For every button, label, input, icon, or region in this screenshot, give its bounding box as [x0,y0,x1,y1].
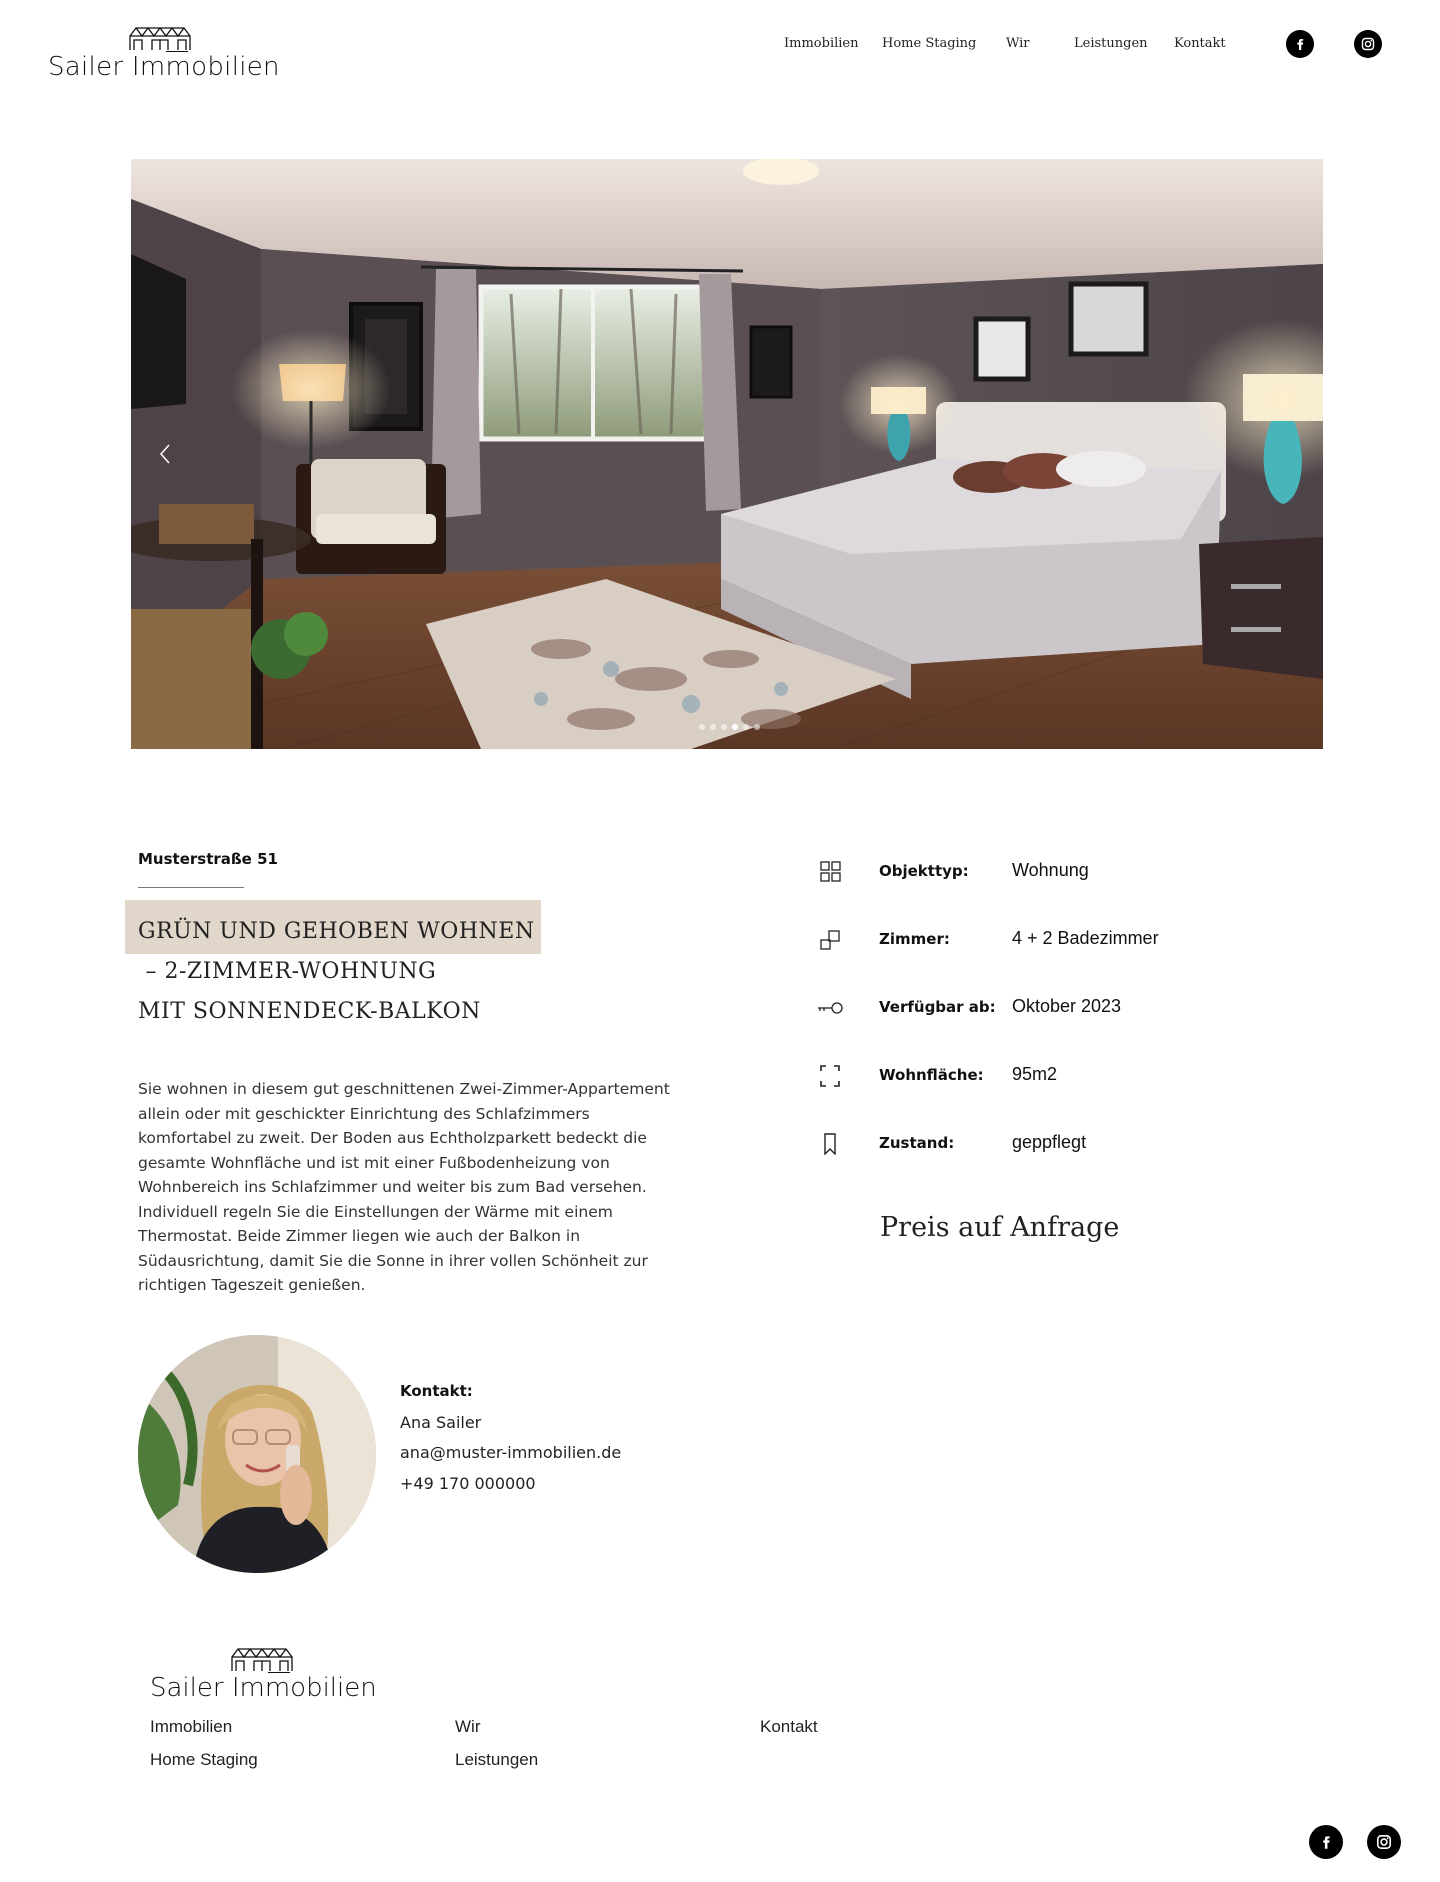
footer-logo-text: Sailer Immobilien [150,1673,377,1703]
carousel-dots [699,724,760,730]
logo-text: Sailer Immobilien [48,52,280,82]
footer-link-leistungen[interactable]: Leistungen [455,1750,538,1770]
carousel-prev-icon[interactable] [157,442,173,466]
footer-logo[interactable]: Sailer Immobilien [150,1645,382,1705]
key-icon [818,1002,843,1014]
footer-link-wir[interactable]: Wir [455,1717,480,1737]
nav-home-staging[interactable]: Home Staging [882,36,976,51]
area-icon [820,1065,840,1087]
address-divider [138,887,244,888]
spec-label: Zimmer: [879,930,950,948]
rooms-icon [820,930,840,950]
grid-icon [820,861,841,882]
carousel-dot[interactable] [710,724,716,730]
bookmark-icon [824,1133,836,1155]
spec-label: Objekttyp: [879,862,969,880]
agent-portrait [138,1335,376,1573]
facebook-icon[interactable] [1309,1825,1343,1859]
title-line: – 2-ZIMMER-WOHNUNG [138,959,437,984]
hero-carousel[interactable] [131,159,1323,749]
price-label: Preis auf Anfrage [880,1212,1120,1243]
house-logo-icon [231,1648,293,1671]
listing-description: Sie wohnen in diesem gut geschnittenen Z… [138,1080,670,1294]
spec-objekttyp: Objekttyp: Wohnung [817,857,1237,887]
nav-immobilien[interactable]: Immobilien [784,36,858,51]
spec-wohnflaeche: Wohnfläche: 95m2 [817,1061,1237,1091]
spec-zimmer: Zimmer: 4 + 2 Badezimmer [817,925,1237,955]
spec-verfuegbar: Verfügbar ab: Oktober 2023 [817,993,1237,1023]
contact-email[interactable]: ana@muster-immobilien.de [400,1443,621,1462]
nav-leistungen[interactable]: Leistungen [1074,36,1148,51]
footer-link-immobilien[interactable]: Immobilien [150,1717,232,1737]
carousel-dot[interactable] [732,724,738,730]
spec-label: Wohnfläche: [879,1066,984,1084]
listing-title: GRÜN UND GEHOBEN WOHNEN – 2-ZIMMER-WOHNU… [138,912,535,1032]
spec-value: 4 + 2 Badezimmer [1012,928,1159,948]
bedroom-photo [131,159,1323,749]
carousel-dot[interactable] [743,724,749,730]
spec-label: Zustand: [879,1134,955,1152]
contact-name: Ana Sailer [400,1413,482,1432]
site-logo[interactable]: Sailer Immobilien [48,24,280,84]
nav-kontakt[interactable]: Kontakt [1174,36,1226,51]
house-logo-icon [129,27,191,50]
carousel-dot[interactable] [754,724,760,730]
contact-label: Kontakt: [400,1382,473,1400]
instagram-icon[interactable] [1367,1825,1401,1859]
spec-value: Oktober 2023 [1012,996,1122,1016]
contact-phone[interactable]: +49 170 000000 [400,1474,536,1493]
footer-link-kontakt[interactable]: Kontakt [760,1717,818,1737]
carousel-dot[interactable] [721,724,727,730]
facebook-icon[interactable] [1286,30,1314,58]
spec-label: Verfügbar ab: [879,998,996,1016]
spec-value: 95m2 [1012,1064,1058,1084]
carousel-dot[interactable] [699,724,705,730]
spec-value: geppflegt [1012,1132,1087,1152]
spec-value: Wohnung [1012,860,1089,880]
nav-wir[interactable]: Wir [1006,36,1030,51]
spec-zustand: Zustand: geppflegt [817,1129,1237,1159]
footer-link-home-staging[interactable]: Home Staging [150,1750,258,1770]
instagram-icon[interactable] [1354,30,1382,58]
title-line: GRÜN UND GEHOBEN WOHNEN [138,919,535,944]
title-line: MIT SONNENDECK-BALKON [138,999,481,1024]
street-address: Musterstraße 51 [138,850,278,868]
